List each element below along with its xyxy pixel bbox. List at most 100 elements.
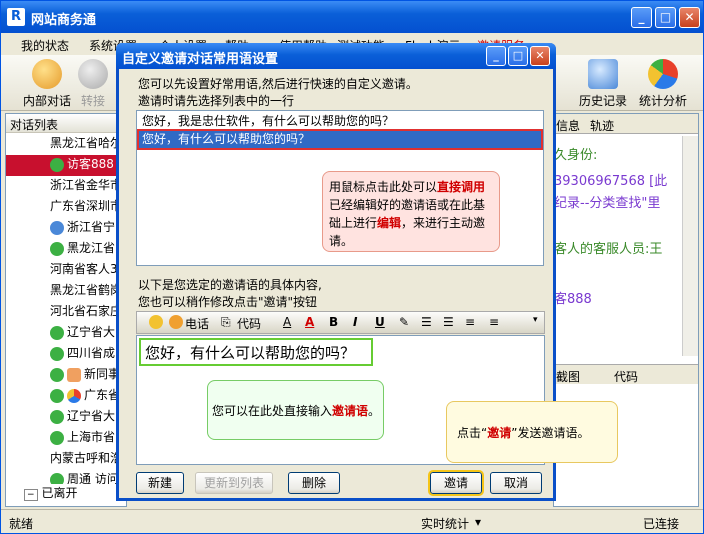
- highlight-icon[interactable]: ✎: [399, 315, 409, 329]
- status-ready: 就绪: [9, 517, 34, 531]
- tree-item-label: 新同事: [84, 367, 121, 381]
- bullet-list-icon[interactable]: ☰: [443, 315, 454, 329]
- dialog-titlebar: 自定义邀请对话常用语设置 _ □ ✕: [116, 43, 556, 69]
- tab-track[interactable]: 轨迹: [590, 117, 614, 134]
- tree-group-left[interactable]: − 已离开: [6, 484, 126, 505]
- visitor-icon: [50, 325, 64, 340]
- right-bottom-toolbar: 截图 代码: [554, 364, 698, 384]
- tip1-text-a: 用鼠标点击此处可以: [329, 180, 438, 194]
- bold-button[interactable]: B: [329, 315, 338, 329]
- code-icon: ⎘: [221, 315, 231, 329]
- visitor-icon: [50, 241, 64, 256]
- transfer-label: 转接: [80, 94, 105, 108]
- tree-item-label: 浙江省金华市: [50, 178, 123, 192]
- app-logo-icon: R: [7, 8, 25, 26]
- people-icon: [32, 59, 62, 89]
- tree-item-label: 黑龙江省: [67, 241, 116, 255]
- tree-item-label: 上海市省: [67, 430, 116, 444]
- colleague-icon: [67, 367, 81, 382]
- tree-item-label: 辽宁省大: [67, 325, 116, 339]
- phrase-item[interactable]: 您好，我是忠仕软件，有什么可以帮助您的吗？: [139, 113, 541, 130]
- tree-item-label: 黑龙江省鹤岗: [50, 283, 123, 297]
- visitor-name-text: 客888: [554, 292, 592, 307]
- tree-item[interactable]: 黑龙江省鹤岗: [6, 281, 126, 302]
- tree-item-label: 内蒙古呼和浩: [50, 451, 123, 465]
- tip3-text-a: 点击“: [457, 426, 488, 440]
- tree-item-label: 辽宁省大: [67, 409, 116, 423]
- identity-label: 久身份:: [554, 148, 598, 163]
- visitor-icon: [50, 367, 64, 382]
- visitor-icon: [50, 157, 64, 172]
- delete-button[interactable]: 删除: [288, 472, 340, 494]
- tree-item[interactable]: 新同事: [6, 365, 126, 386]
- tree-item[interactable]: 浙江省金华市: [6, 176, 126, 197]
- tree-item[interactable]: 四川省成: [6, 344, 126, 365]
- tree-item[interactable]: 辽宁省大: [6, 323, 126, 344]
- emoji-icon[interactable]: [149, 315, 163, 329]
- tree-item[interactable]: 黑龙江省: [6, 239, 126, 260]
- visitor-id-text: 39306967568 [此: [554, 174, 668, 189]
- tree-item[interactable]: 上海市省: [6, 428, 126, 449]
- tree-group-label: 已离开: [41, 486, 78, 500]
- align-left-icon[interactable]: ≡: [465, 315, 475, 329]
- tree-item-label: 访客888: [67, 157, 114, 171]
- font-color-icon[interactable]: A: [305, 315, 314, 329]
- tree-item[interactable]: 辽宁省大: [6, 407, 126, 428]
- statistics-button[interactable]: 统计分析: [635, 59, 691, 109]
- more-options-icon[interactable]: ▾: [533, 315, 538, 325]
- tree-item-label: 黑龙江省哈尔: [50, 136, 123, 150]
- stats-dropdown-icon[interactable]: ▾: [475, 515, 481, 529]
- screenshot-button[interactable]: 截图: [556, 368, 580, 385]
- history-button[interactable]: 历史记录: [575, 59, 631, 109]
- tree-item[interactable]: 广东省: [6, 386, 126, 407]
- tree-item[interactable]: 浙江省宁: [6, 218, 126, 239]
- internal-chat-button[interactable]: 内部对话: [17, 59, 77, 109]
- numbered-list-icon[interactable]: ☰: [421, 315, 432, 329]
- cancel-button[interactable]: 取消: [490, 472, 542, 494]
- close-button[interactable]: ✕: [679, 7, 700, 28]
- maximize-button[interactable]: □: [655, 7, 676, 28]
- align-justify-icon[interactable]: ≡: [489, 315, 499, 329]
- minimize-button[interactable]: _: [631, 7, 652, 28]
- tip-callout-editor: 您可以在此处直接输入邀请语。: [207, 380, 384, 440]
- invite-button[interactable]: 邀请: [428, 470, 484, 496]
- main-titlebar: R 网站商务通 _ □ ✕: [1, 1, 703, 33]
- transfer-button[interactable]: 转接: [73, 59, 113, 109]
- tab-info[interactable]: 信息: [556, 117, 580, 134]
- tree-item[interactable]: 河北省石家庄: [6, 302, 126, 323]
- code-insert-button[interactable]: 代码: [237, 315, 261, 332]
- tip2-text-b: 。: [368, 404, 381, 418]
- app-title: 网站商务通: [31, 13, 97, 28]
- info-scrollbar[interactable]: [682, 136, 698, 356]
- editor-toolbar: 电话 ⎘ 代码 A A B I U ✎ ☰ ☰ ≡ ≡ ▾: [136, 311, 545, 334]
- tree-item-label: 广东省深圳市: [50, 199, 123, 213]
- tree-item[interactable]: 内蒙古呼和浩: [6, 449, 126, 470]
- tip2-text-a: 您可以在此处直接输入: [212, 404, 333, 418]
- phone-button[interactable]: 电话: [185, 315, 209, 332]
- conversation-list-header: 对话列表: [6, 114, 126, 133]
- section-text-2: 您也可以稍作修改点击"邀请"按钮: [138, 295, 318, 309]
- italic-button[interactable]: I: [353, 315, 357, 329]
- tree-item-label: 四川省成: [67, 346, 116, 360]
- dialog-close-button[interactable]: ✕: [530, 46, 550, 66]
- menu-item-status[interactable]: 我的状态: [21, 37, 69, 54]
- tree-item-selected[interactable]: 访客888: [6, 155, 126, 176]
- dialog-minimize-button[interactable]: _: [486, 46, 506, 66]
- realtime-stats-button[interactable]: 实时统计: [421, 515, 469, 532]
- tree-item[interactable]: 广东省深圳市: [6, 197, 126, 218]
- dialog-maximize-button[interactable]: □: [508, 46, 528, 66]
- editor-content[interactable]: 您好，有什么可以帮助您的吗？: [139, 338, 373, 366]
- underline-button[interactable]: U: [375, 315, 385, 329]
- visitor-icon: [50, 430, 64, 445]
- tree-item[interactable]: 黑龙江省哈尔: [6, 134, 126, 155]
- code-button[interactable]: 代码: [614, 368, 638, 385]
- update-list-button[interactable]: 更新到列表: [195, 472, 273, 494]
- intro-text-2: 邀请时请先选择列表中的一行: [138, 94, 295, 108]
- font-size-icon[interactable]: A: [283, 315, 291, 329]
- info-tabs: 信息 轨迹: [554, 114, 698, 134]
- new-button[interactable]: 新建: [136, 472, 184, 494]
- phrase-item-selected[interactable]: 您好，有什么可以帮助您的吗？: [137, 129, 543, 150]
- multicolor-icon: [67, 388, 81, 403]
- tip2-highlight: 邀请语: [332, 404, 369, 418]
- tree-item[interactable]: 河南省客人3: [6, 260, 126, 281]
